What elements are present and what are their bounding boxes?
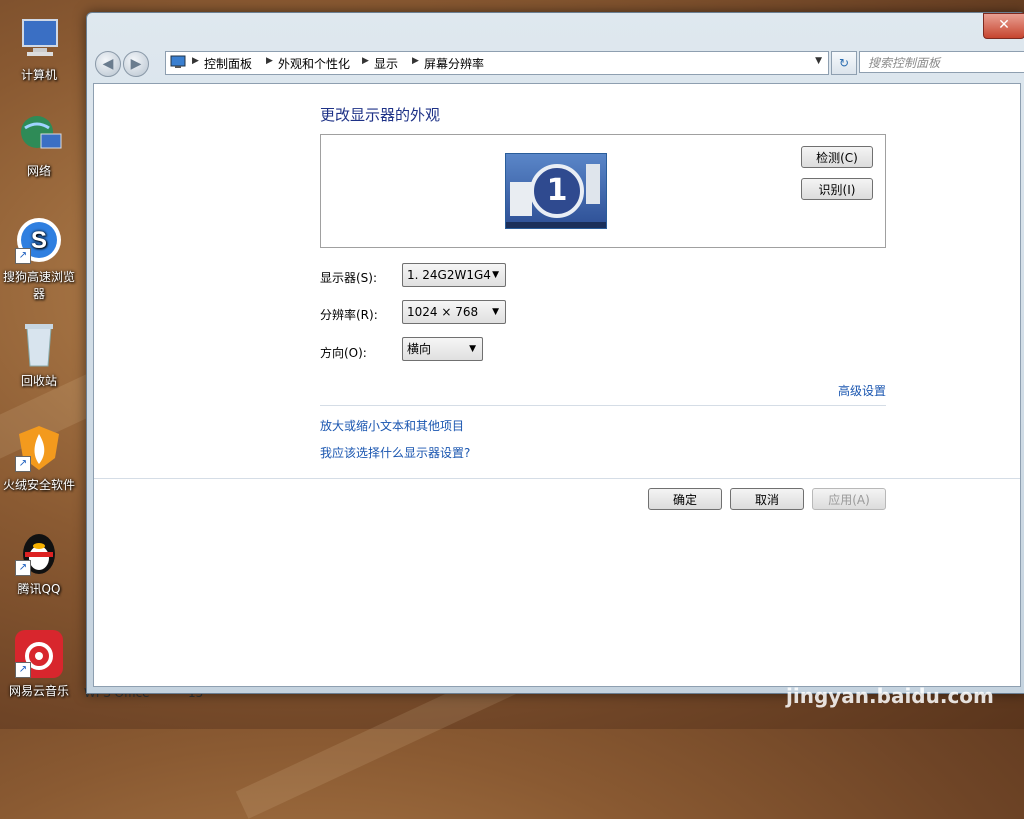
desktop-icon-label: 回收站 bbox=[20, 374, 57, 388]
display-select-value: 1. 24G2W1G4 bbox=[407, 268, 491, 282]
netease-music-icon: ↗ bbox=[15, 630, 63, 678]
monitor-window-graphic bbox=[510, 182, 532, 216]
forward-arrow-icon: ▶ bbox=[130, 56, 142, 72]
resolution-label: 分辨率(R): bbox=[320, 308, 378, 322]
baidu-jingyan-logo: Bai du 经验 bbox=[786, 646, 987, 686]
orientation-select[interactable]: 横向 ▼ bbox=[402, 337, 483, 361]
search-input[interactable]: 搜索控制面板 bbox=[859, 51, 1024, 73]
footer-divider bbox=[94, 478, 1020, 479]
display-select[interactable]: 1. 24G2W1G4 ▼ bbox=[402, 263, 506, 287]
chevron-down-icon: ▼ bbox=[469, 344, 476, 354]
chevron-down-icon: ▼ bbox=[492, 307, 499, 317]
desktop-icon-label: 火绒安全软件 bbox=[2, 478, 75, 492]
advanced-settings-link[interactable]: 高级设置 bbox=[838, 382, 886, 399]
back-arrow-icon: ◀ bbox=[102, 56, 114, 72]
desktop-icon-label: 腾讯QQ bbox=[17, 582, 61, 596]
desktop-icon-label: 网络 bbox=[26, 164, 51, 178]
desktop-icon-huorong[interactable]: ↗ 火绒安全软件 bbox=[0, 424, 78, 493]
desktop-icon-sogou-browser[interactable]: S ↗ 搜狗高速浏览器 bbox=[0, 216, 78, 302]
monitor-number-badge: 1 bbox=[530, 164, 584, 218]
control-panel-icon bbox=[170, 55, 186, 68]
window-close-button[interactable]: ✕ bbox=[983, 13, 1024, 39]
svg-text:S: S bbox=[31, 227, 47, 254]
forward-button[interactable]: ▶ bbox=[123, 51, 149, 77]
address-dropdown-icon[interactable]: ▼ bbox=[815, 56, 822, 66]
monitor-1-thumbnail[interactable]: 1 bbox=[505, 153, 607, 229]
desktop-icon-netease-music[interactable]: ↗ 网易云音乐 bbox=[0, 630, 78, 699]
monitor-window-graphic bbox=[586, 164, 600, 204]
computer-icon bbox=[15, 14, 63, 62]
breadcrumb-appearance[interactable]: 外观和个性化 bbox=[278, 55, 350, 72]
control-panel-window: ✕ ◀ ▶ ▶ 控制面板 ▶ 外观和个性化 ▶ 显示 ▶ 屏幕分辨率 ▼ ↻ 搜… bbox=[86, 12, 1024, 694]
watermark-url: jingyan.baidu.com bbox=[786, 684, 994, 708]
desktop-icon-label: 网易云音乐 bbox=[8, 684, 69, 698]
huorong-shield-icon: ↗ bbox=[15, 424, 63, 472]
shortcut-arrow-icon: ↗ bbox=[15, 560, 31, 576]
orientation-label: 方向(O): bbox=[320, 346, 367, 360]
resolution-select-value: 1024 × 768 bbox=[407, 305, 479, 319]
monitor-taskbar-graphic bbox=[506, 222, 606, 228]
breadcrumb-separator-icon: ▶ bbox=[266, 56, 273, 66]
network-globe-icon bbox=[15, 110, 63, 158]
monitor-preview-panel: 1 检测(C) 识别(I) bbox=[320, 134, 886, 248]
display-help-link[interactable]: 我应该选择什么显示器设置? bbox=[320, 444, 470, 461]
cancel-button[interactable]: 取消 bbox=[730, 488, 804, 510]
refresh-icon: ↻ bbox=[838, 56, 850, 70]
refresh-button[interactable]: ↻ bbox=[831, 51, 857, 75]
breadcrumb-display[interactable]: 显示 bbox=[374, 55, 398, 72]
navigation-bar: ◀ ▶ ▶ 控制面板 ▶ 外观和个性化 ▶ 显示 ▶ 屏幕分辨率 ▼ ↻ 搜索控… bbox=[93, 49, 1024, 77]
breadcrumb-separator-icon: ▶ bbox=[412, 56, 419, 66]
resolution-select[interactable]: 1024 × 768 ▼ bbox=[402, 300, 506, 324]
apply-button[interactable]: 应用(A) bbox=[812, 488, 886, 510]
desktop-icon-computer[interactable]: 计算机 bbox=[0, 14, 78, 83]
identify-button[interactable]: 识别(I) bbox=[801, 178, 873, 200]
display-label: 显示器(S): bbox=[320, 271, 378, 285]
desktop-icon-network[interactable]: 网络 bbox=[0, 110, 78, 179]
shortcut-arrow-icon: ↗ bbox=[15, 456, 31, 472]
detect-button[interactable]: 检测(C) bbox=[801, 146, 873, 168]
desktop-icon-label: 计算机 bbox=[20, 68, 57, 82]
text-size-link[interactable]: 放大或缩小文本和其他项目 bbox=[320, 417, 464, 434]
orientation-select-value: 横向 bbox=[407, 342, 432, 356]
breadcrumb-separator-icon: ▶ bbox=[362, 56, 369, 66]
chevron-down-icon: ▼ bbox=[492, 270, 499, 280]
content-pane: 更改显示器的外观 1 检测(C) 识别(I) 显示器(S): 1. 24G2W1… bbox=[93, 83, 1021, 687]
shortcut-arrow-icon: ↗ bbox=[15, 248, 31, 264]
page-title: 更改显示器的外观 bbox=[320, 106, 441, 124]
desktop-icon-recycle-bin[interactable]: 回收站 bbox=[0, 320, 78, 389]
desktop-icon-qq[interactable]: ↗ 腾讯QQ bbox=[0, 528, 78, 597]
breadcrumb-screen-resolution[interactable]: 屏幕分辨率 bbox=[424, 55, 484, 72]
back-button[interactable]: ◀ bbox=[95, 51, 121, 77]
window-titlebar bbox=[87, 13, 1024, 39]
desktop-icon-label: 搜狗高速浏览器 bbox=[2, 270, 75, 301]
shortcut-arrow-icon: ↗ bbox=[15, 662, 31, 678]
address-bar[interactable]: ▶ 控制面板 ▶ 外观和个性化 ▶ 显示 ▶ 屏幕分辨率 ▼ bbox=[165, 51, 829, 75]
breadcrumb-separator-icon: ▶ bbox=[192, 56, 199, 66]
sogou-browser-icon: S ↗ bbox=[15, 216, 63, 264]
close-icon: ✕ bbox=[998, 17, 1010, 33]
breadcrumb-control-panel[interactable]: 控制面板 bbox=[204, 55, 252, 72]
divider bbox=[320, 405, 886, 406]
ok-button[interactable]: 确定 bbox=[648, 488, 722, 510]
recycle-bin-icon bbox=[15, 320, 63, 368]
qq-penguin-icon: ↗ bbox=[15, 528, 63, 576]
